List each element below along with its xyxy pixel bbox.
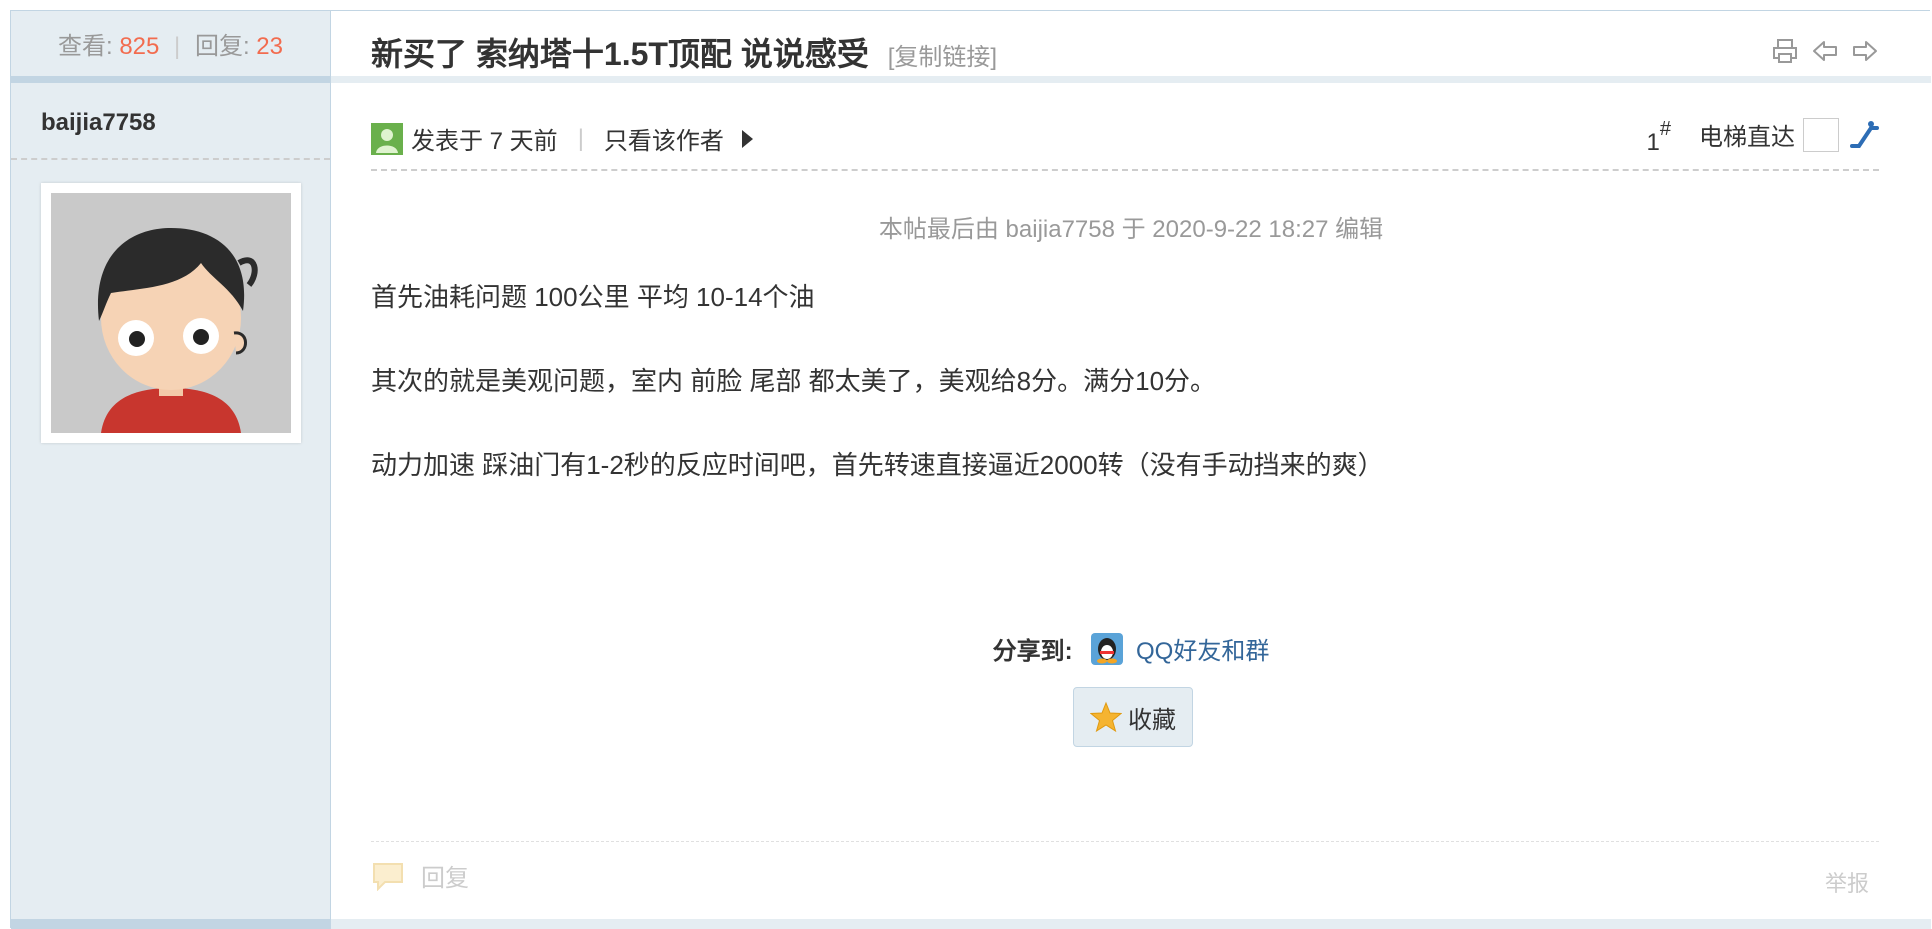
post-content: 首先油耗问题 100公里 平均 10-14个油 其次的就是美观问题，室内 前脸 …	[371, 281, 1384, 533]
stats-separator: |	[174, 33, 181, 60]
posted-time: 发表于 7 天前	[411, 128, 558, 155]
views-label: 查看:	[57, 33, 113, 60]
next-thread-icon[interactable]	[1851, 37, 1879, 65]
thread-title-bar: 新买了 索纳塔十1.5T顶配 说说感受 [复制链接]	[331, 11, 1931, 83]
share-label: 分享到:	[992, 638, 1073, 665]
post-frame: 查看: 825 | 回复: 23 baijia7758 新买了 索纳塔十1.5T…	[10, 10, 1931, 929]
share-row: 分享到: QQ好友和群	[331, 631, 1931, 666]
floor-jump-input[interactable]	[1803, 117, 1839, 152]
report-link[interactable]: 举报	[1825, 866, 1869, 898]
page-title: 新买了 索纳塔十1.5T顶配 说说感受 [复制链接]	[371, 29, 997, 75]
reply-bubble-icon	[371, 861, 405, 891]
views-count: 825	[119, 33, 160, 60]
copy-link-button[interactable]: [复制链接]	[888, 44, 997, 71]
floor-number: 1#	[1646, 118, 1671, 157]
post-main: 新买了 索纳塔十1.5T顶配 说说感受 [复制链接] 发表于 7 天前 | 只看…	[331, 11, 1931, 929]
qq-icon[interactable]	[1091, 633, 1124, 665]
avatar[interactable]	[41, 183, 301, 443]
post-meta-left: 发表于 7 天前 | 只看该作者	[371, 121, 753, 156]
share-qq-link[interactable]: QQ好友和群	[1136, 638, 1269, 665]
edit-note: 本帖最后由 baijia7758 于 2020-9-22 18:27 编辑	[878, 216, 1384, 243]
user-icon	[371, 122, 403, 155]
post-meta-right: 1# 电梯直达	[1647, 117, 1879, 156]
author-name[interactable]: baijia7758	[11, 83, 330, 160]
replies-count: 23	[256, 33, 283, 60]
reply-button[interactable]: 回复	[371, 858, 469, 893]
author-sidebar: 查看: 825 | 回复: 23 baijia7758	[11, 11, 331, 929]
floor-number-value: 1	[1646, 129, 1660, 156]
floor-suffix: #	[1659, 118, 1671, 140]
replies-label: 回复:	[194, 33, 250, 60]
post-paragraph: 首先油耗问题 100公里 平均 10-14个油	[371, 282, 815, 312]
post-paragraph: 其次的就是美观问题，室内 前脸 尾部 都太美了，美观给8分。满分10分。	[371, 366, 1217, 396]
post-footer: 回复 举报	[371, 841, 1879, 896]
jump-label: 电梯直达	[1699, 124, 1795, 151]
elevator-icon[interactable]	[1849, 120, 1879, 150]
star-icon	[1089, 701, 1123, 733]
favorite-button[interactable]: 收藏	[1073, 687, 1193, 747]
post-meta: 发表于 7 天前 | 只看该作者 1# 电梯直达	[371, 91, 1879, 171]
caret-right-icon[interactable]	[741, 129, 753, 148]
meta-separator: |	[577, 124, 584, 152]
title-actions	[1771, 37, 1879, 65]
print-icon[interactable]	[1771, 37, 1799, 65]
only-author-link[interactable]: 只看该作者	[604, 121, 724, 156]
avatar-image	[51, 193, 291, 433]
thread-title-text: 新买了 索纳塔十1.5T顶配 说说感受	[371, 36, 869, 72]
reply-label: 回复	[421, 865, 469, 892]
thread-stats: 查看: 825 | 回复: 23	[11, 11, 330, 83]
favorite-label: 收藏	[1128, 706, 1176, 734]
post-paragraph: 动力加速 踩油门有1-2秒的反应时间吧，首先转速直接逼近2000转（没有手动挡来…	[371, 450, 1384, 480]
prev-thread-icon[interactable]	[1811, 37, 1839, 65]
